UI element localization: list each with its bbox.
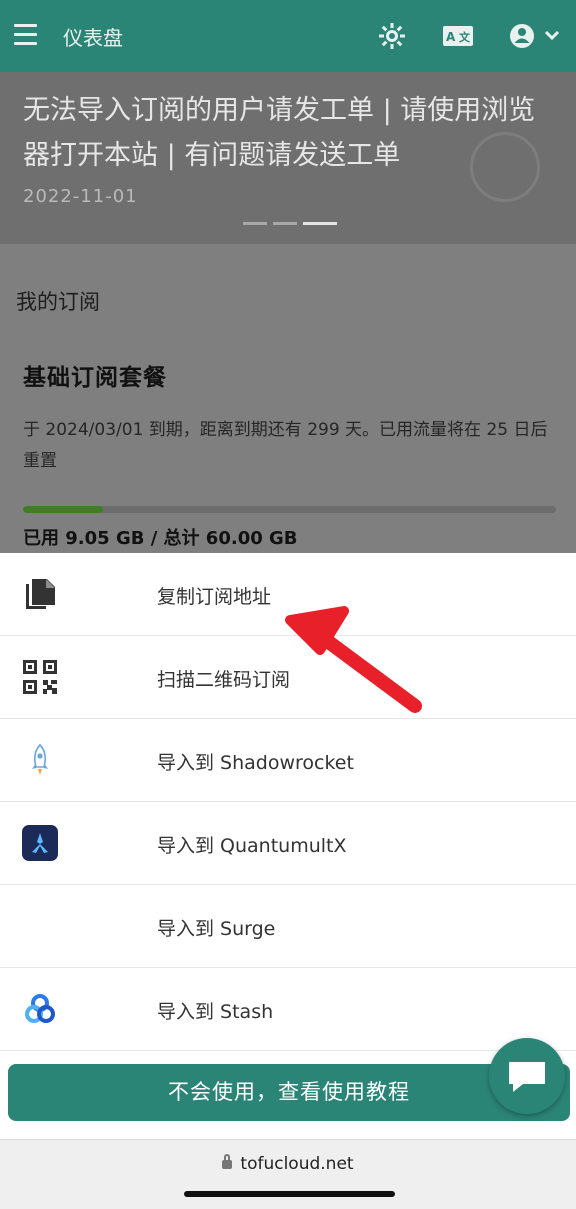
home-indicator[interactable] xyxy=(184,1191,395,1197)
page-title: 仪表盘 xyxy=(63,26,123,50)
support-chat-button[interactable] xyxy=(489,1038,565,1114)
plan-expiry-description: 于 2024/03/01 到期，距离到期还有 299 天。已用流量将在 25 日… xyxy=(23,420,548,471)
language-icon[interactable]: A 文 xyxy=(443,26,473,46)
import-shadowrocket-item[interactable]: 导入到 Shadowrocket xyxy=(0,719,576,802)
traffic-usage-bar xyxy=(23,506,556,513)
url-text: tofucloud.net xyxy=(240,1154,354,1174)
quantumultx-icon xyxy=(22,825,58,861)
item-label: 导入到 Shadowrocket xyxy=(157,752,354,774)
section-title: 我的订阅 xyxy=(16,290,100,314)
import-surge-item[interactable]: 导入到 Surge xyxy=(0,885,576,968)
top-app-bar: 仪表盘 A 文 xyxy=(0,0,576,72)
theme-toggle-icon[interactable] xyxy=(378,22,406,50)
import-subscription-sheet: 复制订阅地址 扫描二维码订阅 导入到 Shadowrocket 导入到 Quan… xyxy=(0,553,576,1139)
item-label: 导入到 QuantumultX xyxy=(157,835,347,857)
scan-qr-code-item[interactable]: 扫描二维码订阅 xyxy=(0,636,576,719)
item-label: 复制订阅地址 xyxy=(157,586,272,608)
item-label: 导入到 Stash xyxy=(157,1001,274,1023)
announcement-carousel[interactable]: 无法导入订阅的用户请发工单 | 请使用浏览器打开本站 | 有问题请发送工单 20… xyxy=(0,72,576,244)
user-account-icon[interactable] xyxy=(508,20,564,52)
carousel-indicators[interactable] xyxy=(243,222,343,226)
menu-icon[interactable] xyxy=(14,24,37,46)
item-label: 扫描二维码订阅 xyxy=(157,669,291,691)
announcement-date: 2022-11-01 xyxy=(23,186,138,207)
view-tutorial-button[interactable]: 不会使用，查看使用教程 xyxy=(8,1064,570,1121)
shadowrocket-icon xyxy=(32,743,48,775)
copy-icon xyxy=(26,579,55,609)
traffic-usage-fill xyxy=(23,506,104,513)
subscription-section: 我的订阅 基础订阅套餐 于 2024/03/01 到期，距离到期还有 299 天… xyxy=(0,244,576,553)
qr-code-icon xyxy=(23,660,57,694)
traffic-usage-text: 已用 9.05 GB / 总计 60.00 GB xyxy=(23,528,298,549)
import-quantumultx-item[interactable]: 导入到 QuantumultX xyxy=(0,802,576,885)
plan-name: 基础订阅套餐 xyxy=(23,365,167,391)
chat-bubble-icon xyxy=(509,1062,545,1092)
lock-icon xyxy=(222,1154,233,1169)
svg-text:文: 文 xyxy=(459,30,471,44)
stash-icon xyxy=(25,994,55,1023)
browser-bottom-bar: tofucloud.net xyxy=(0,1139,576,1209)
announcement-text: 无法导入订阅的用户请发工单 | 请使用浏览器打开本站 | 有问题请发送工单 xyxy=(23,95,536,171)
copy-subscription-url-item[interactable]: 复制订阅地址 xyxy=(0,553,576,636)
svg-text:A: A xyxy=(446,30,456,44)
surge-icon xyxy=(26,912,54,938)
address-bar[interactable]: tofucloud.net xyxy=(0,1154,576,1174)
item-label: 导入到 Surge xyxy=(157,918,276,940)
chevron-down-icon xyxy=(544,30,560,41)
